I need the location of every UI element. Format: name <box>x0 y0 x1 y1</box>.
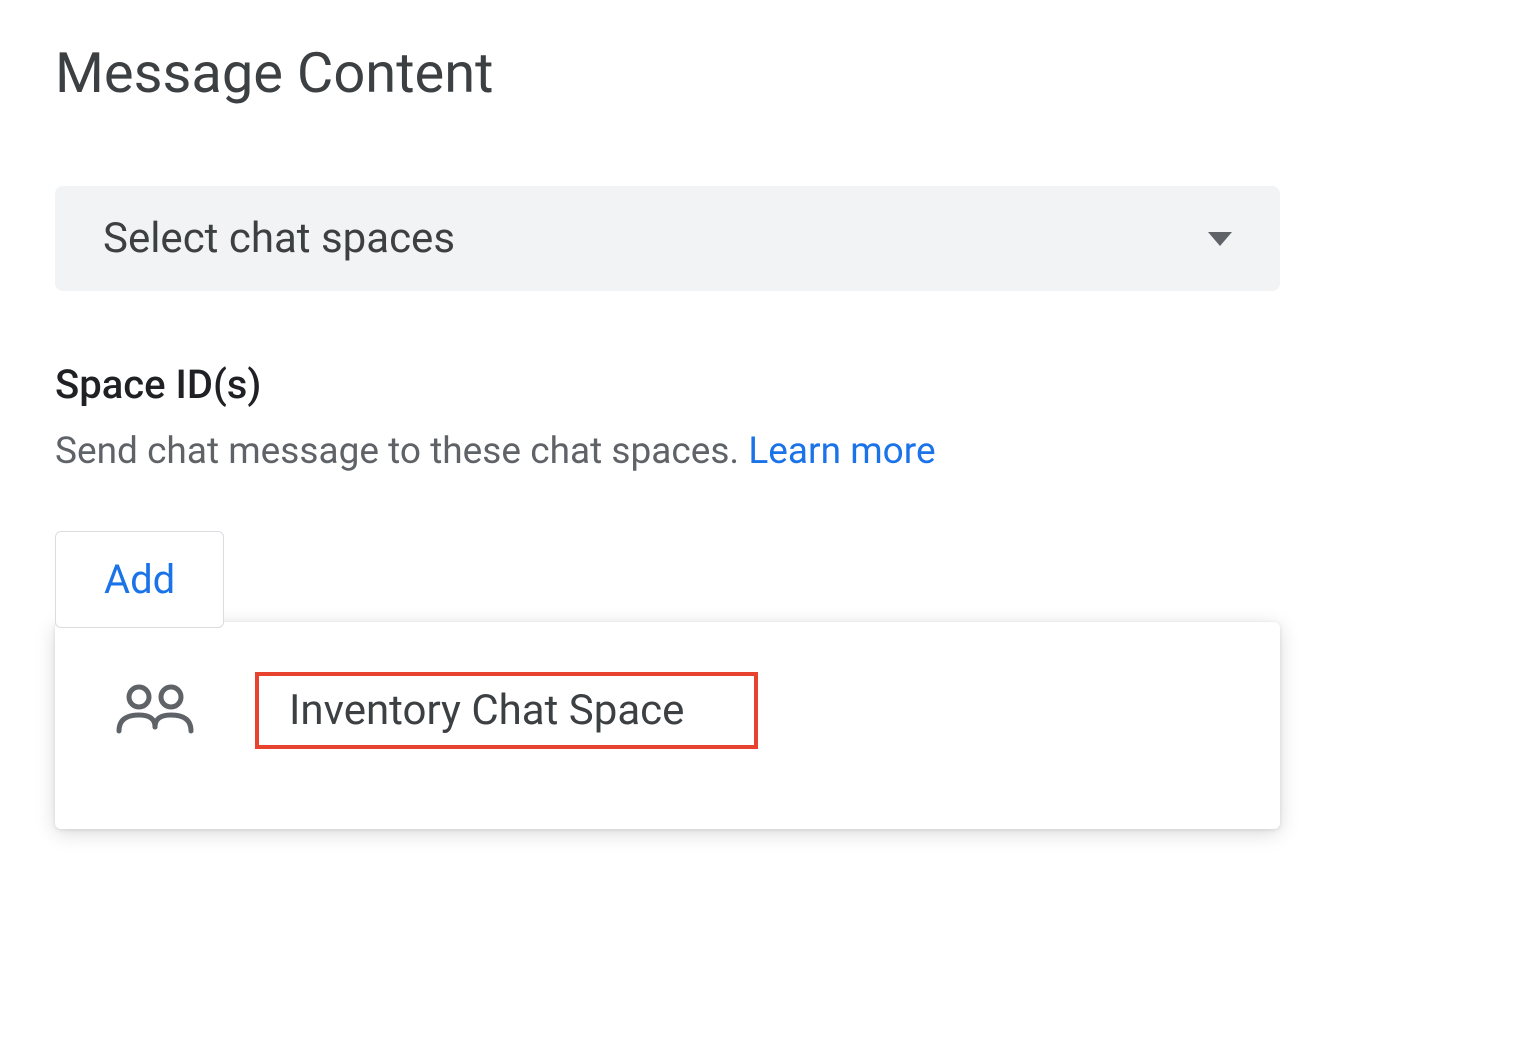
select-chat-spaces-dropdown[interactable]: Select chat spaces <box>55 186 1280 291</box>
chevron-down-icon <box>1208 232 1232 246</box>
space-ids-description: Send chat message to these chat spaces. … <box>55 430 1485 473</box>
page-title: Message Content <box>55 40 1485 106</box>
add-button[interactable]: Add <box>55 531 224 628</box>
learn-more-link[interactable]: Learn more <box>748 430 935 473</box>
people-icon <box>115 681 195 741</box>
add-button-label: Add <box>104 556 175 603</box>
description-text: Send chat message to these chat spaces. <box>55 430 748 473</box>
message-content-panel: Message Content Select chat spaces Space… <box>55 40 1485 829</box>
chat-space-dropdown-menu: Inventory Chat Space <box>55 622 1280 829</box>
space-ids-title: Space ID(s) <box>55 361 1485 408</box>
chat-space-option-label: Inventory Chat Space <box>289 686 684 735</box>
select-dropdown-label: Select chat spaces <box>103 214 455 263</box>
chat-space-option[interactable]: Inventory Chat Space <box>95 652 1240 769</box>
highlight-box: Inventory Chat Space <box>255 672 758 749</box>
